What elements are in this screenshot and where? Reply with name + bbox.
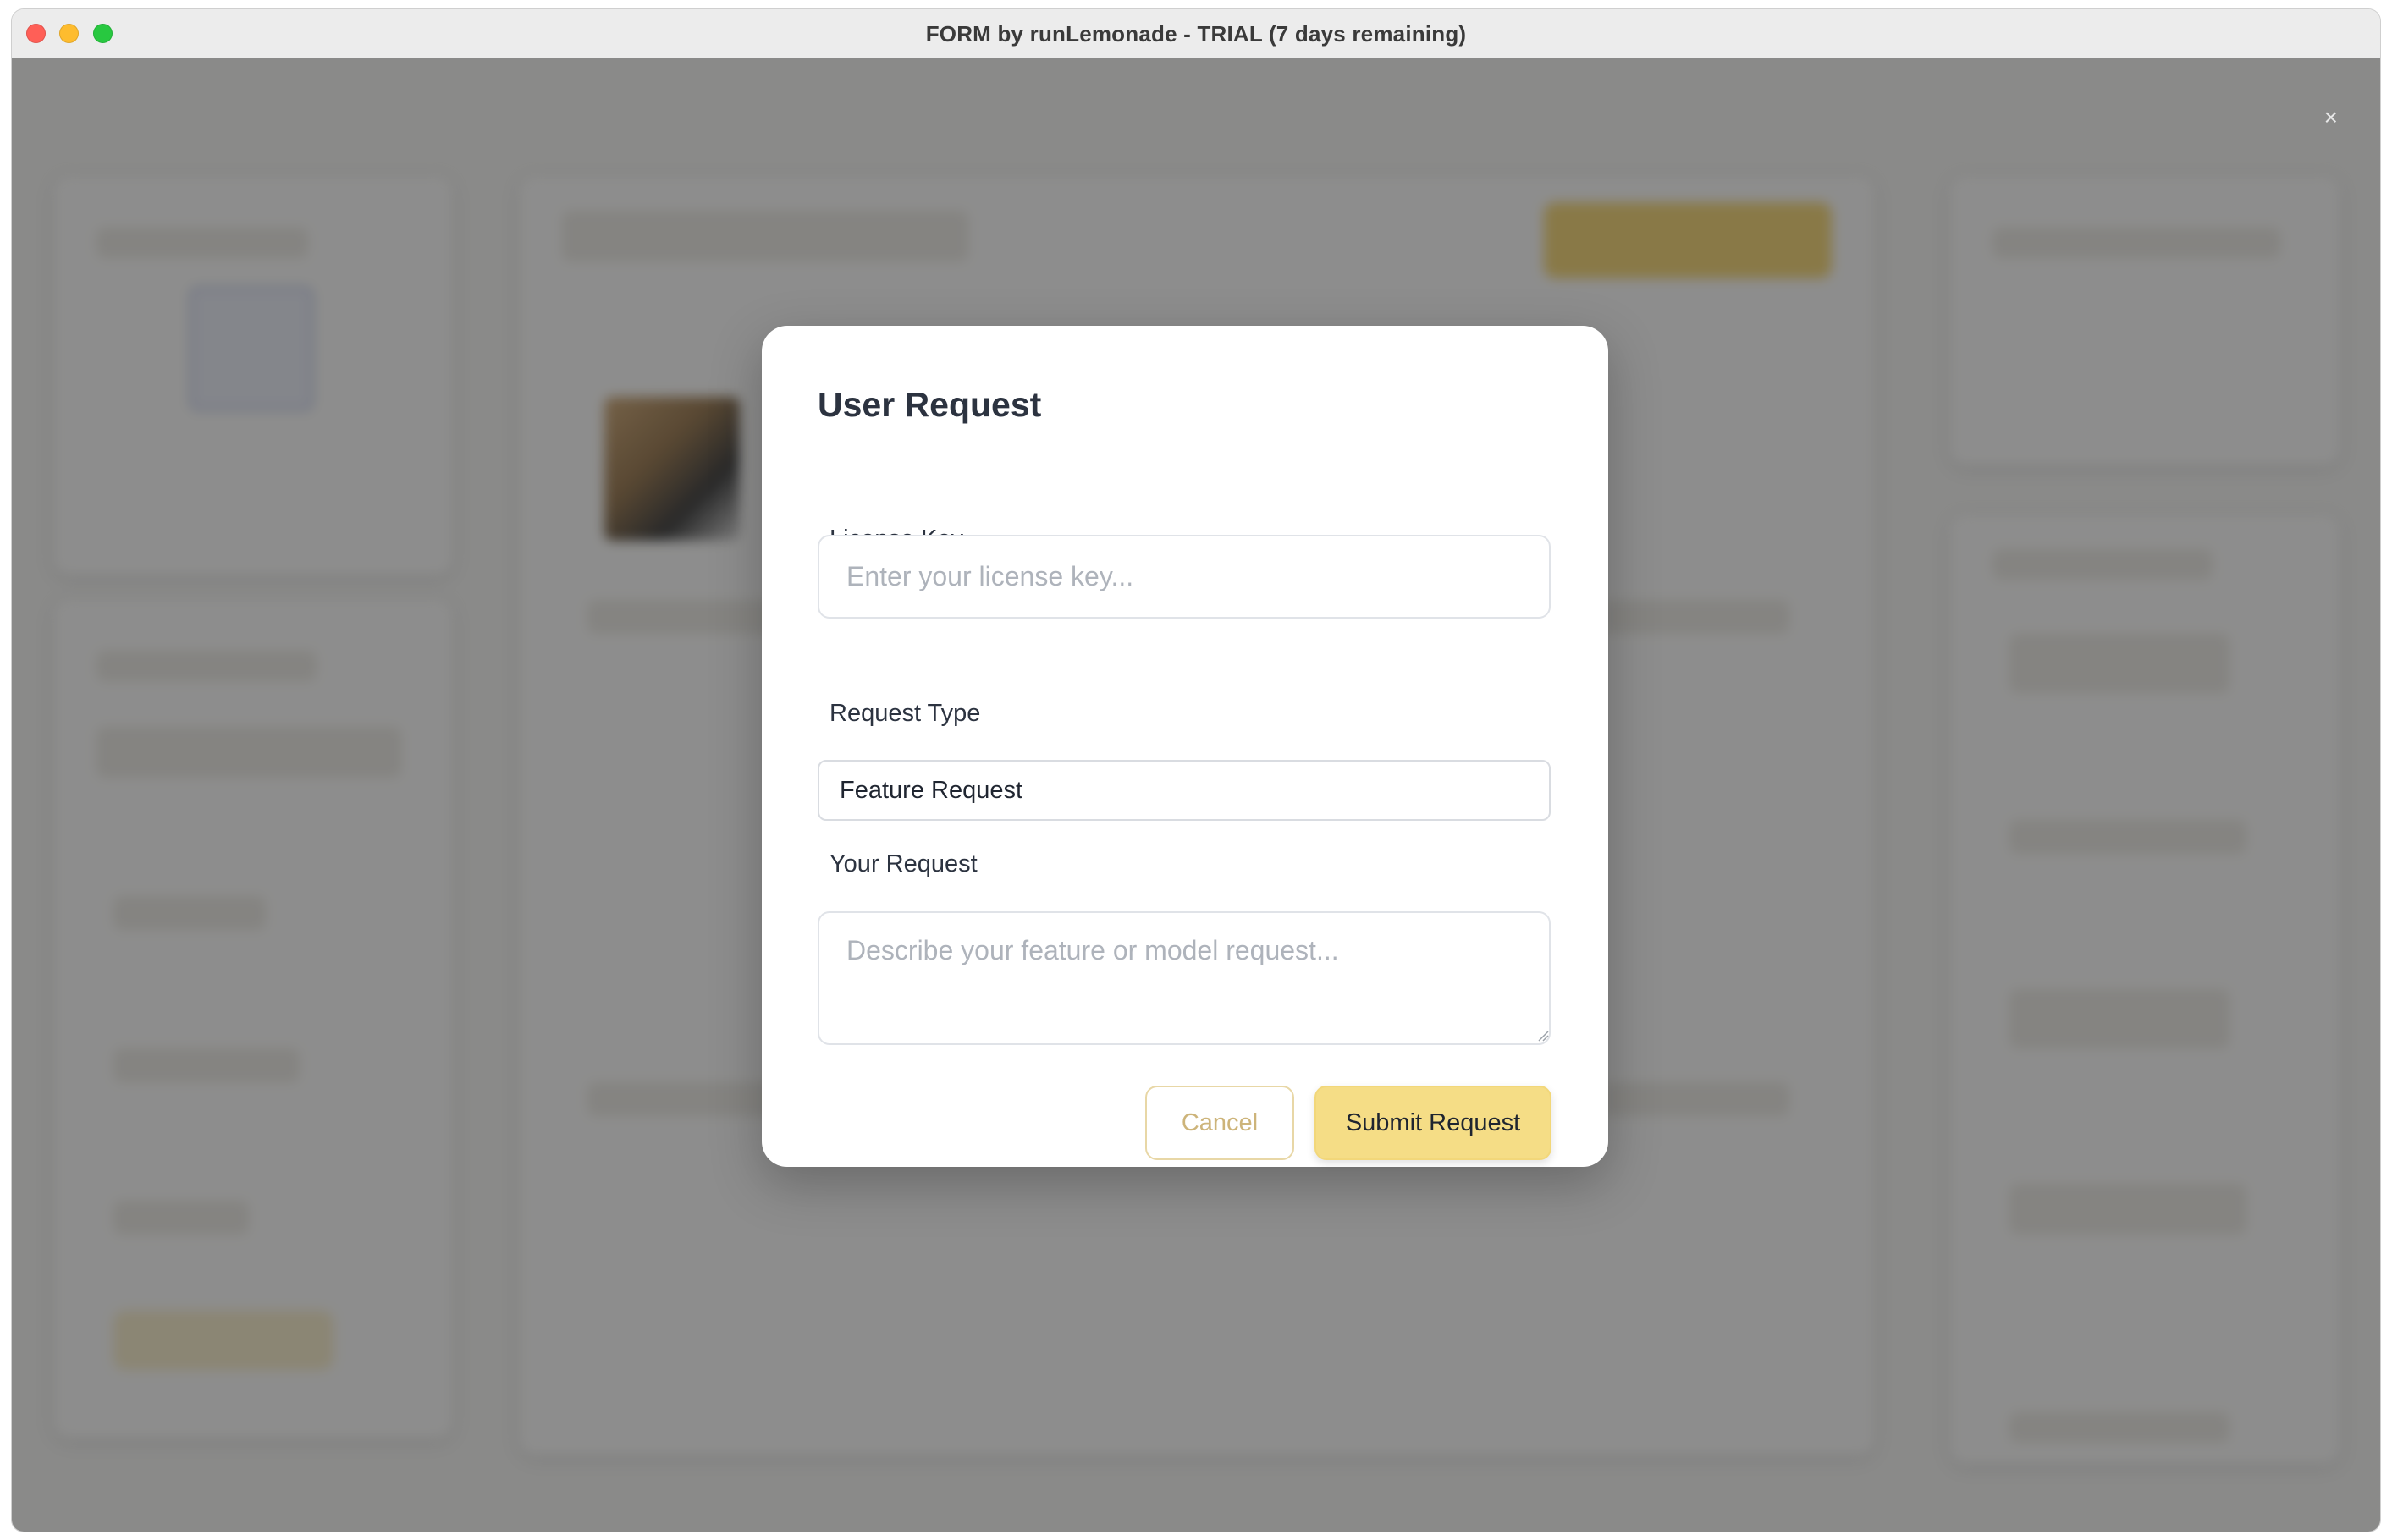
cancel-button[interactable]: Cancel [1145, 1086, 1294, 1160]
resize-grip-icon[interactable] [1537, 1030, 1549, 1042]
dialog-title: User Request [818, 385, 1042, 424]
request-type-select[interactable]: Feature Request [818, 760, 1551, 821]
your-request-label: Your Request [829, 850, 978, 877]
user-request-dialog: User Request License Key Request Type Fe… [762, 326, 1608, 1167]
request-type-label: Request Type [829, 700, 981, 727]
window-title: FORM by runLemonade - TRIAL (7 days rema… [925, 21, 1467, 47]
submit-request-button[interactable]: Submit Request [1314, 1086, 1551, 1160]
close-icon[interactable]: × [2324, 106, 2338, 129]
license-key-input[interactable] [818, 535, 1551, 619]
title-bar: FORM by runLemonade - TRIAL (7 days rema… [12, 9, 2380, 58]
request-type-selected-value: Feature Request [840, 777, 1023, 804]
request-textarea[interactable] [818, 911, 1551, 1045]
